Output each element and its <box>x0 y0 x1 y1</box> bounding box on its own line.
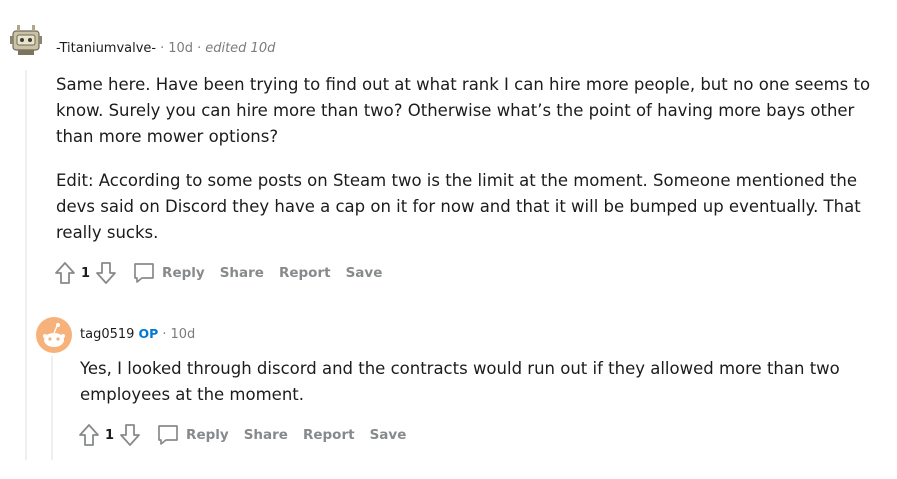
report-button[interactable]: Report <box>279 265 331 281</box>
robot-avatar-icon <box>10 25 42 55</box>
upvote-button[interactable] <box>77 423 101 447</box>
vote-count: 1 <box>105 427 115 443</box>
reply-button[interactable]: Reply <box>132 261 205 285</box>
upvote-button[interactable] <box>53 261 77 285</box>
downvote-arrow-icon <box>120 424 140 446</box>
avatar[interactable] <box>36 317 72 353</box>
comment-paragraph: Edit: According to some posts on Steam t… <box>56 171 861 242</box>
comment-body: Same here. Have been trying to find out … <box>56 72 876 246</box>
author-name[interactable]: tag0519 <box>80 327 134 342</box>
report-button[interactable]: Report <box>303 427 355 443</box>
comment-meta: tag0519 OP · 10d <box>80 326 196 342</box>
reply-label: Reply <box>162 265 205 281</box>
comment-time[interactable]: 10d <box>168 41 193 56</box>
op-badge: OP <box>138 326 159 341</box>
reply-button[interactable]: Reply <box>156 423 229 447</box>
thread-line-reply[interactable] <box>51 356 53 460</box>
comment-bubble-icon <box>134 263 154 283</box>
upvote-arrow-icon <box>55 262 75 284</box>
upvote-arrow-icon <box>79 424 99 446</box>
author-name[interactable]: -Titaniumvalve- <box>56 41 156 56</box>
thread-line[interactable] <box>25 70 27 460</box>
comment-bubble-icon <box>158 425 178 445</box>
save-button[interactable]: Save <box>370 427 407 443</box>
comment-meta: -Titaniumvalve- · 10d · edited 10d <box>56 41 276 56</box>
downvote-button[interactable] <box>118 423 142 447</box>
comment-actions: 1 Reply Share Report Save <box>77 423 406 447</box>
reply-label: Reply <box>186 427 229 443</box>
comment-paragraph: Same here. Have been trying to find out … <box>56 75 871 146</box>
downvote-arrow-icon <box>96 262 116 284</box>
vote-count: 1 <box>81 265 91 281</box>
snoo-avatar-icon <box>43 323 65 347</box>
comment-actions: 1 Reply Share Report Save <box>53 261 382 285</box>
share-button[interactable]: Share <box>244 427 288 443</box>
comment-paragraph: Yes, I looked through discord and the co… <box>80 359 840 404</box>
edited-label: edited 10d <box>205 41 276 56</box>
avatar[interactable] <box>8 22 44 58</box>
downvote-button[interactable] <box>94 261 118 285</box>
comment-time[interactable]: 10d <box>170 327 195 342</box>
comment-body: Yes, I looked through discord and the co… <box>80 356 870 408</box>
save-button[interactable]: Save <box>346 265 383 281</box>
share-button[interactable]: Share <box>220 265 264 281</box>
